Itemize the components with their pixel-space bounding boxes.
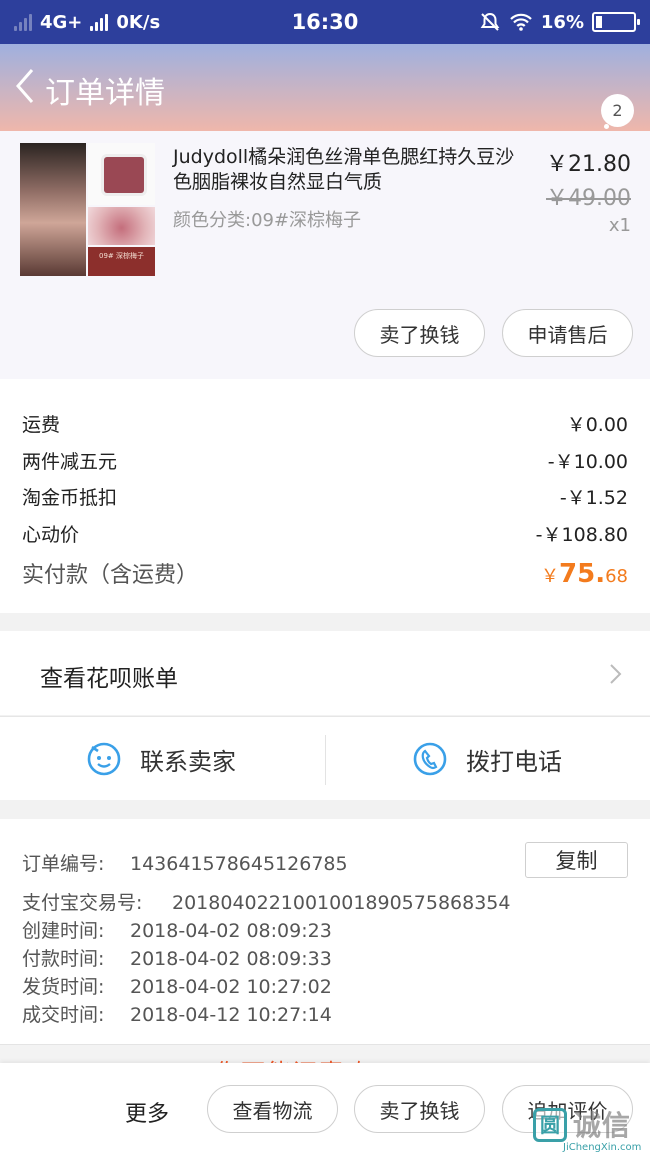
cost-value: -￥1.52 xyxy=(559,487,628,509)
product-variant: 颜色分类:09#深棕梅子 xyxy=(173,210,362,231)
battery-icon xyxy=(592,12,640,32)
order-number-row: 订单编号: 143641578645126785 xyxy=(22,849,348,876)
paid-time-value: 2018-04-02 08:09:33 xyxy=(130,948,332,970)
message-badge[interactable]: 2 xyxy=(601,94,634,127)
call-phone-button[interactable]: 拨打电话 xyxy=(412,717,562,801)
more-actions-button[interactable]: 更多 xyxy=(125,1096,169,1128)
huabei-bill-row[interactable]: 查看花呗账单 xyxy=(0,631,650,715)
call-phone-label: 拨打电话 xyxy=(466,747,562,776)
chevron-right-icon xyxy=(610,664,622,684)
alipay-trade-row: 支付宝交易号: 2018040221001001890575868354 xyxy=(22,888,510,915)
model-photo xyxy=(20,143,86,276)
blush-swatch-photo xyxy=(88,207,155,245)
paid-time-label: 付款时间: xyxy=(22,948,105,970)
product-quantity: x1 xyxy=(608,215,631,236)
shipped-time-value: 2018-04-02 10:27:02 xyxy=(130,976,332,998)
cost-value: ￥0.00 xyxy=(566,414,628,436)
phone-icon xyxy=(413,742,447,776)
cost-row-shipping: 运费 ￥0.00 xyxy=(22,410,628,437)
battery-percent: 16% xyxy=(540,11,584,33)
product-thumbnail[interactable]: 09# 深棕梅子 xyxy=(20,143,155,276)
paid-currency: ￥ xyxy=(541,566,560,587)
cost-label: 运费 xyxy=(22,414,61,436)
network-type: 4G+ xyxy=(40,11,83,33)
product-original-price: ￥49.00 xyxy=(546,186,631,211)
created-time-row: 创建时间: 2018-04-02 08:09:23 xyxy=(22,916,332,943)
completed-time-label: 成交时间: xyxy=(22,1004,105,1026)
order-detail-page: 4G+ 0K/s 16:30 16% 订单详情 2 09# 深棕梅子 Judyd… xyxy=(0,0,650,1155)
cost-value: -￥108.80 xyxy=(535,524,628,546)
cost-label: 两件减五元 xyxy=(22,451,118,473)
cost-breakdown: 运费 ￥0.00 两件减五元 -￥10.00 淘金币抵扣 -￥1.52 心动价 … xyxy=(0,379,650,613)
cost-value: -￥10.00 xyxy=(547,451,628,473)
order-number-value: 143641578645126785 xyxy=(130,853,348,875)
product-price: ￥21.80 xyxy=(546,152,631,177)
watermark-text: 诚信 xyxy=(573,1109,632,1142)
status-bar-right: 16% xyxy=(479,11,640,33)
contact-seller-button[interactable]: 联系卖家 xyxy=(86,717,236,801)
paid-time-row: 付款时间: 2018-04-02 08:09:33 xyxy=(22,944,332,971)
completed-time-row: 成交时间: 2018-04-12 10:27:14 xyxy=(22,1000,332,1027)
wifi-icon xyxy=(510,13,532,31)
network-speed: 0K/s xyxy=(116,11,161,33)
shipped-time-row: 发货时间: 2018-04-02 10:27:02 xyxy=(22,972,332,999)
product-title[interactable]: Judydoll橘朵润色丝滑单色腮红持久豆沙色胭脂裸妆自然显白气质 xyxy=(173,145,523,195)
contact-bar: 联系卖家 拨打电话 xyxy=(0,716,650,800)
huabei-bill-label: 查看花呗账单 xyxy=(40,666,178,692)
total-paid-row: 实付款（含运费） ￥75.68 xyxy=(22,557,628,589)
completed-time-value: 2018-04-12 10:27:14 xyxy=(130,1004,332,1026)
header-bar: 订单详情 2 xyxy=(0,44,650,147)
cost-label: 淘金币抵扣 xyxy=(22,487,118,509)
paid-integer: 75. xyxy=(559,559,606,589)
order-info: 订单编号: 143641578645126785 复制 支付宝交易号: 201804… xyxy=(0,819,650,1044)
paid-decimal: 68 xyxy=(605,566,628,587)
site-watermark: 圆 诚信 JiChengXin.com xyxy=(533,1104,650,1155)
watermark-url: JiChengXin.com xyxy=(563,1142,642,1153)
total-paid-amount: ￥75.68 xyxy=(541,559,628,589)
status-bar-left: 4G+ 0K/s xyxy=(14,12,160,33)
total-paid-label: 实付款（含运费） xyxy=(22,563,199,588)
page-title: 订单详情 xyxy=(45,76,165,111)
blush-compact-photo xyxy=(88,143,155,205)
created-time-label: 创建时间: xyxy=(22,920,105,942)
alipay-trade-value: 2018040221001001890575868354 xyxy=(172,892,511,914)
cost-row-discount: 两件减五元 -￥10.00 xyxy=(22,447,628,474)
status-bar: 4G+ 0K/s 16:30 16% xyxy=(0,0,650,44)
alipay-trade-label: 支付宝交易号: xyxy=(22,892,143,914)
watermark-logo-icon: 圆 xyxy=(533,1108,567,1142)
order-number-label: 订单编号: xyxy=(22,853,105,875)
chat-face-icon xyxy=(87,742,121,776)
view-logistics-button[interactable]: 查看物流 xyxy=(207,1085,338,1133)
back-arrow-icon[interactable] xyxy=(12,66,42,106)
signal-strength-icon xyxy=(90,13,109,31)
sell-for-cash-button[interactable]: 卖了换钱 xyxy=(354,309,485,357)
cost-row-special-price: 心动价 -￥108.80 xyxy=(22,520,628,547)
cost-row-taojinbi: 淘金币抵扣 -￥1.52 xyxy=(22,483,628,510)
contact-divider xyxy=(325,735,326,785)
signal-icon xyxy=(14,13,32,31)
alarm-off-icon xyxy=(480,12,500,31)
after-sale-button[interactable]: 申请售后 xyxy=(502,309,633,357)
battery-level xyxy=(596,16,602,28)
cost-label: 心动价 xyxy=(22,524,80,546)
product-box-label: 09# 深棕梅子 xyxy=(88,247,155,276)
sell-for-cash-bottom-button[interactable]: 卖了换钱 xyxy=(354,1085,485,1133)
copy-order-number-button[interactable]: 复制 xyxy=(525,842,628,878)
shipped-time-label: 发货时间: xyxy=(22,976,105,998)
contact-seller-label: 联系卖家 xyxy=(140,747,236,776)
created-time-value: 2018-04-02 08:09:23 xyxy=(130,920,332,942)
